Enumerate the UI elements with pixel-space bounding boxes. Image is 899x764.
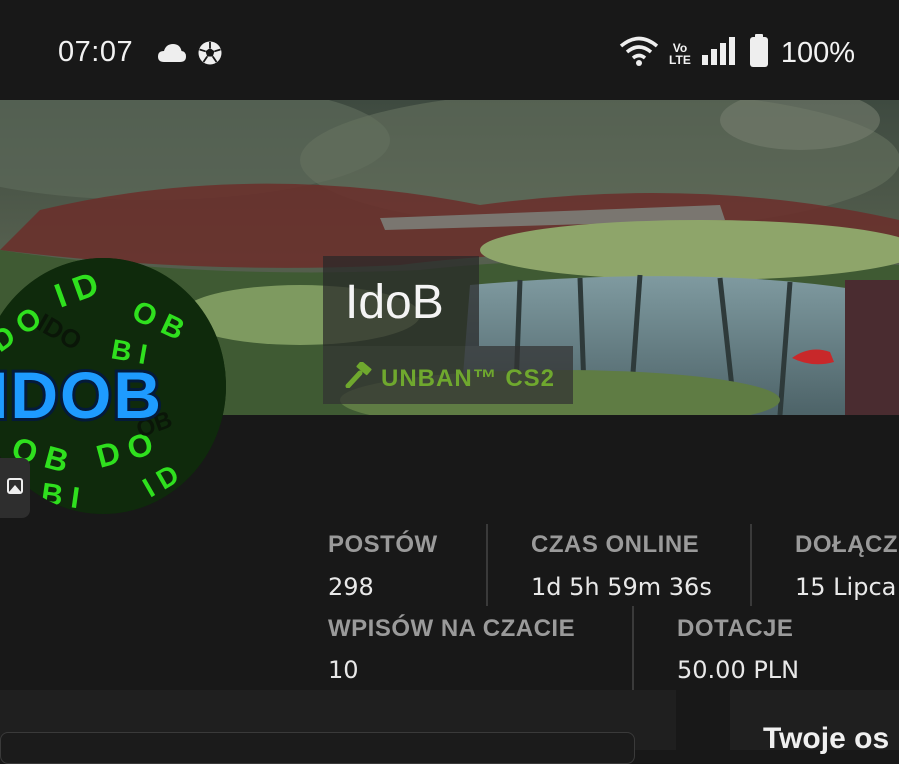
volte-line2: LTE [669, 52, 691, 67]
status-bar: 07:07 Vo LTE 100% [0, 0, 899, 100]
chat-entries-value: 10 [328, 656, 359, 684]
donations-label: DOTACJE [677, 615, 794, 642]
soccer-ball-icon [197, 40, 223, 71]
status-right-icons: Vo LTE 100% [619, 34, 855, 73]
side-action-button[interactable] [0, 458, 30, 518]
battery-icon [749, 34, 769, 73]
joined-value: 15 Lipca [795, 573, 897, 601]
volte-icon: Vo LTE [669, 42, 691, 66]
svg-text:B I: B I [39, 477, 82, 514]
stat-divider [486, 524, 488, 606]
cloud-icon [157, 42, 187, 69]
image-icon [7, 477, 23, 499]
wifi-icon [619, 35, 659, 72]
stat-divider [750, 524, 752, 606]
status-left-icons [157, 40, 223, 71]
online-time-value: 1d 5h 59m 36s [531, 573, 712, 601]
rank-badge: UNBAN™ CS2 [345, 360, 556, 395]
sidebar-title: Twoje os [763, 722, 890, 755]
donations-value: 50.00 PLN [677, 656, 800, 684]
chat-entries-label: WPISÓW NA CZACIE [328, 615, 576, 642]
volte-line1: Vo [672, 40, 688, 55]
username: IdoB [345, 276, 444, 329]
battery-percent: 100% [780, 37, 855, 69]
gavel-icon [345, 360, 375, 395]
status-time: 07:07 [58, 36, 134, 68]
signal-icon [701, 35, 739, 72]
joined-label: DOŁĄCZ [795, 531, 898, 558]
posts-value: 298 [328, 573, 374, 601]
rank-label: UNBAN™ CS2 [381, 364, 556, 392]
posts-label: POSTÓW [328, 531, 438, 558]
online-time-label: CZAS ONLINE [531, 531, 700, 558]
svg-text:IDOB: IDOB [0, 358, 163, 432]
stat-divider [632, 606, 634, 690]
content-card[interactable] [0, 732, 635, 764]
